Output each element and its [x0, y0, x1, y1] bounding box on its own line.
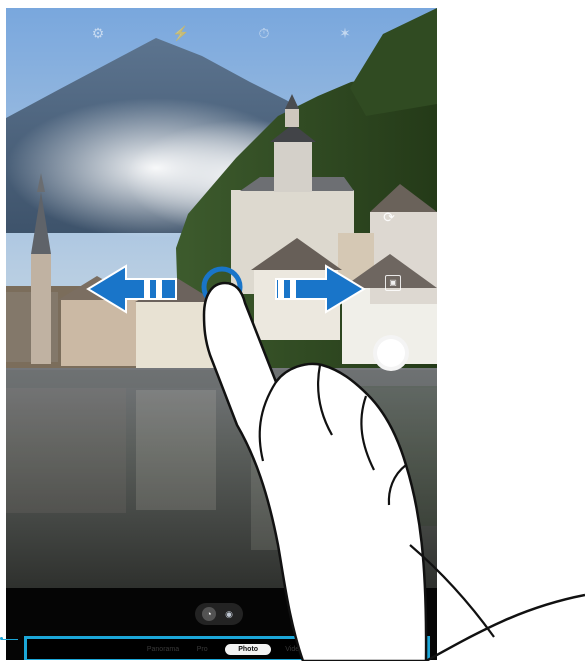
left-arrow-icon [86, 264, 177, 314]
finger-icon [202, 281, 585, 661]
flash-icon[interactable]: ⚡ [172, 24, 190, 42]
top-toolbar: ⚙ ⚡ ⏱ ✶ [6, 8, 437, 50]
camera-tutorial-screen: ⚙ ⚡ ⏱ ✶ ⟳ ▣ ◔ ◉ Panorama Pro Photo Video [0, 0, 585, 661]
swipe-gesture-illustration [86, 264, 585, 661]
right-arrow-icon [275, 264, 366, 314]
switch-camera-icon[interactable]: ⟳ [381, 210, 397, 226]
callout-line [1, 639, 18, 640]
filter-icon[interactable]: ✶ [336, 24, 354, 42]
settings-icon[interactable]: ⚙ [89, 24, 107, 42]
timer-icon[interactable]: ⏱ [255, 24, 273, 42]
callout-dot [0, 637, 3, 640]
